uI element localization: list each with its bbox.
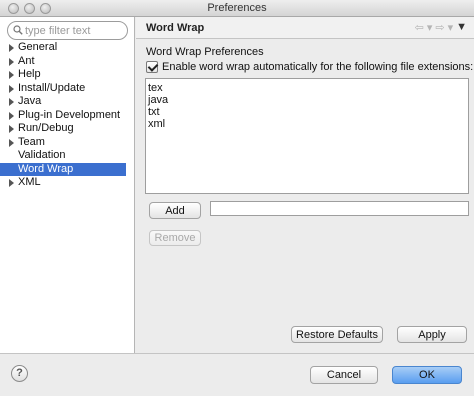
add-button[interactable]: Add bbox=[149, 202, 201, 219]
tree-item-run-debug[interactable]: Run/Debug bbox=[0, 122, 134, 136]
page-header: Word Wrap ⇦ ▾ ⇨ ▾ ▼ bbox=[136, 17, 474, 39]
filter-input[interactable] bbox=[25, 23, 125, 38]
expand-arrow-icon[interactable] bbox=[9, 44, 14, 52]
remove-button[interactable]: Remove bbox=[149, 230, 201, 246]
forward-dropdown-icon[interactable]: ▾ bbox=[448, 21, 454, 34]
tree-item-label: General bbox=[18, 41, 58, 53]
tree-item-label: Validation bbox=[18, 149, 66, 161]
restore-defaults-button[interactable]: Restore Defaults bbox=[291, 326, 383, 343]
tree-item-label: Ant bbox=[18, 54, 35, 67]
window-titlebar: Preferences bbox=[0, 0, 474, 17]
section-label: Word Wrap Preferences bbox=[146, 46, 264, 58]
extensions-list[interactable]: tex java txt xml bbox=[145, 78, 469, 194]
extension-input[interactable] bbox=[210, 201, 469, 216]
tree-item-help[interactable]: Help bbox=[0, 68, 134, 82]
tree-item-install-update[interactable]: Install/Update bbox=[0, 82, 134, 96]
list-item[interactable]: xml bbox=[148, 118, 466, 130]
view-menu-icon[interactable]: ▼ bbox=[456, 21, 467, 34]
back-arrow-icon[interactable]: ⇦ bbox=[415, 21, 424, 34]
tree-item-label: Plug-in Development bbox=[18, 108, 121, 121]
tree-item-plugin-development[interactable]: Plug-in Development bbox=[0, 109, 134, 123]
ok-button[interactable]: OK bbox=[392, 366, 462, 384]
expand-arrow-icon[interactable] bbox=[9, 138, 14, 147]
tree-item-ant[interactable]: Ant bbox=[0, 55, 134, 69]
apply-button[interactable]: Apply bbox=[397, 326, 467, 343]
tree-item-word-wrap[interactable]: Word Wrap bbox=[0, 162, 126, 176]
tree-item-validation[interactable]: Validation bbox=[0, 149, 134, 163]
cancel-button[interactable]: Cancel bbox=[310, 366, 378, 384]
list-item[interactable]: tex bbox=[148, 82, 466, 94]
expand-arrow-icon[interactable] bbox=[9, 57, 14, 66]
preferences-tree: General Ant Help Install/Update Java Plu… bbox=[0, 41, 134, 190]
preference-page: Word Wrap ⇦ ▾ ⇨ ▾ ▼ Word Wrap Preference… bbox=[136, 17, 474, 353]
tree-item-general[interactable]: General bbox=[0, 41, 134, 55]
filter-box[interactable] bbox=[7, 21, 128, 40]
back-dropdown-icon[interactable]: ▾ bbox=[427, 21, 433, 34]
page-title: Word Wrap bbox=[146, 22, 205, 34]
tree-item-label: Install/Update bbox=[18, 81, 86, 94]
expand-arrow-icon[interactable] bbox=[9, 125, 14, 133]
expand-arrow-icon[interactable] bbox=[9, 179, 14, 187]
expand-arrow-icon[interactable] bbox=[9, 84, 14, 93]
expand-arrow-icon[interactable] bbox=[9, 71, 14, 79]
tree-item-team[interactable]: Team bbox=[0, 136, 134, 150]
tree-item-java[interactable]: Java bbox=[0, 95, 134, 109]
search-icon bbox=[13, 25, 23, 35]
history-nav: ⇦ ▾ ⇨ ▾ ▼ bbox=[415, 21, 467, 34]
enable-word-wrap-label[interactable]: Enable word wrap automatically for the f… bbox=[162, 61, 473, 73]
window-title: Preferences bbox=[207, 2, 267, 14]
dialog-footer: ? Cancel OK bbox=[0, 353, 474, 396]
tree-item-label: Team bbox=[18, 135, 45, 148]
help-icon[interactable]: ? bbox=[11, 365, 28, 382]
preferences-tree-pane: General Ant Help Install/Update Java Plu… bbox=[0, 17, 135, 353]
forward-arrow-icon[interactable]: ⇨ bbox=[435, 21, 444, 34]
tree-item-label: Run/Debug bbox=[18, 122, 74, 134]
tree-item-label: Java bbox=[18, 95, 42, 107]
enable-word-wrap-checkbox[interactable] bbox=[146, 61, 158, 73]
tree-item-label: Word Wrap bbox=[18, 162, 74, 175]
tree-item-label: XML bbox=[18, 176, 41, 188]
list-item[interactable]: java bbox=[148, 94, 466, 106]
tree-item-xml[interactable]: XML bbox=[0, 176, 134, 190]
tree-item-label: Help bbox=[18, 68, 41, 80]
enable-word-wrap-row: Enable word wrap automatically for the f… bbox=[146, 61, 473, 73]
expand-arrow-icon[interactable] bbox=[9, 111, 14, 120]
list-item[interactable]: txt bbox=[148, 106, 466, 118]
expand-arrow-icon[interactable] bbox=[9, 98, 14, 106]
